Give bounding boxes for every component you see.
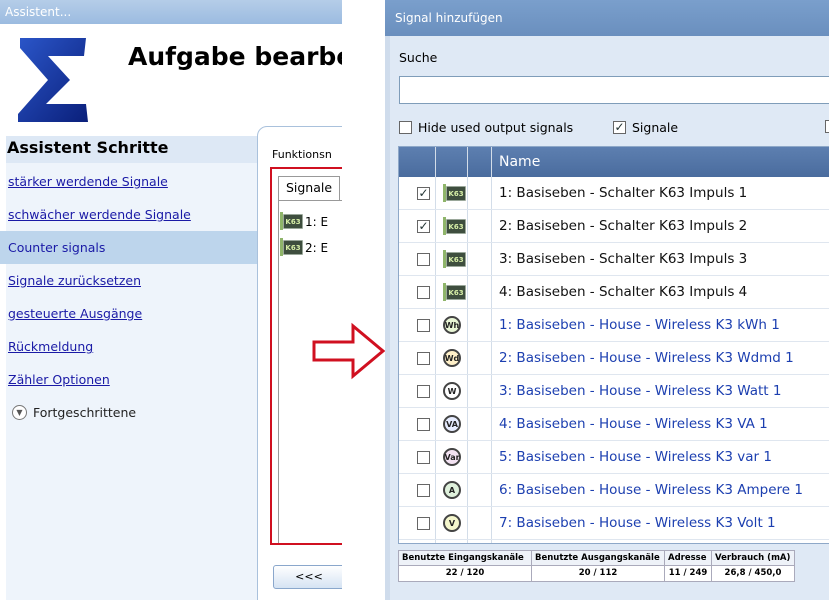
step-item[interactable]: Rückmeldung [0,330,257,363]
row-checkbox[interactable]: ✓ [417,220,430,233]
advanced-expander[interactable]: ▼ Fortgeschrittene [12,405,136,420]
k63-chip-icon: K63 [442,250,466,268]
hide-used-option[interactable]: Hide used output signals [399,120,573,135]
row-checkbox[interactable]: ✓ [417,187,430,200]
hide-used-checkbox[interactable] [399,121,412,134]
table-row[interactable]: VA 4: Basiseben - House - Wireless K3 VA … [399,408,829,441]
row-name: 2: Basiseben - Schalter K63 Impuls 2 [499,218,748,234]
row-checkbox[interactable] [417,451,430,464]
table-row[interactable]: V 7: Basiseben - House - Wireless K3 Volt… [399,507,829,540]
table-row[interactable]: Var 5: Basiseben - House - Wireless K3 va… [399,441,829,474]
row-name: 2: Basiseben - House - Wireless K3 Wdmd … [499,350,794,366]
status-header: Verbrauch (mA) [712,551,794,566]
row-checkbox[interactable] [417,517,430,530]
extra-checkbox[interactable] [825,120,829,137]
ampere-meter-icon: A [442,481,462,499]
row-name: 7: Basiseben - House - Wireless K3 Volt … [499,515,776,531]
search-label: Suche [399,50,438,65]
wizard-title-bar: Assistent... [0,0,342,24]
step-item[interactable]: Counter signals [0,231,257,264]
table-row[interactable]: W 3: Basiseben - House - Wireless K3 Watt… [399,375,829,408]
grid-header: Name [399,147,829,177]
table-row[interactable]: K63 4: Basiseben - Schalter K63 Impuls 4 [399,276,829,309]
row-checkbox[interactable] [417,484,430,497]
row-checkbox[interactable] [417,418,430,431]
steps-title: Assistent Schritte [7,138,169,157]
sigma-logo-icon [18,38,88,122]
kwh-meter-icon: Wh [442,316,462,334]
table-row[interactable]: ✓ K63 2: Basiseben - Schalter K63 Impuls 2 [399,210,829,243]
status-value: 22 / 120 [445,568,485,578]
status-cell: Benutzte Eingangskanäle 22 / 120 [398,550,532,582]
column-header-name[interactable]: Name [499,147,540,177]
back-button[interactable]: <<< [273,565,342,589]
step-item[interactable]: schwächer werdende Signale [0,198,257,231]
table-row[interactable]: A 6: Basiseben - House - Wireless K3 Ampe… [399,474,829,507]
row-name: 3: Basiseben - House - Wireless K3 Watt … [499,383,782,399]
step-item[interactable]: stärker werdende Signale [0,165,257,198]
table-row[interactable]: Wd 2: Basiseben - House - Wireless K3 Wdm… [399,342,829,375]
search-input[interactable] [399,76,829,104]
signals-grid: Name ✓ K63 1: Basiseben - Schalter K63 Imp… [398,146,829,544]
table-row[interactable]: Wh 1: Basiseben - House - Wireless K3 kWh… [399,309,829,342]
status-cell: Verbrauch (mA) 26,8 / 450,0 [711,550,795,582]
function-label: Funktionsn [272,148,332,161]
row-name: 6: Basiseben - House - Wireless K3 Amper… [499,482,803,498]
status-header: Benutzte Ausgangskanäle [532,551,664,566]
va-meter-icon: VA [442,415,462,433]
row-checkbox[interactable] [417,253,430,266]
wdmd-meter-icon: Wd [442,349,462,367]
k63-chip-icon: K63 [442,283,466,301]
row-name: 4: Basiseben - House - Wireless K3 VA 1 [499,416,768,432]
row-name: 4: Basiseben - Schalter K63 Impuls 4 [499,284,748,300]
var-meter-icon: Var [442,448,462,466]
page-title: Aufgabe bearbe [128,42,342,71]
table-row[interactable]: K63 3: Basiseben - Schalter K63 Impuls 3 [399,243,829,276]
step-item[interactable]: Zähler Optionen [0,363,257,396]
arrow-right-icon [312,322,386,380]
chevron-down-icon: ▼ [12,405,27,420]
signale-option[interactable]: ✓ Signale [613,120,678,135]
status-value: 11 / 249 [668,568,708,578]
signale-checkbox[interactable]: ✓ [613,121,626,134]
status-header: Adresse [665,551,711,566]
table-row[interactable]: ✓ K63 1: Basiseben - Schalter K63 Impuls 1 [399,177,829,210]
status-cell: Adresse 11 / 249 [664,550,712,582]
row-name: 3: Basiseben - Schalter K63 Impuls 3 [499,251,748,267]
watt-meter-icon: W [442,382,462,400]
wizard-window: Assistent... Aufgabe bearbe Assistent Sc… [0,0,342,600]
advanced-label: Fortgeschrittene [33,405,137,420]
status-header: Benutzte Eingangskanäle [399,551,531,566]
status-value: 20 / 112 [578,568,618,578]
status-value: 26,8 / 450,0 [724,568,782,578]
row-checkbox[interactable] [417,286,430,299]
row-checkbox[interactable] [417,352,430,365]
status-cell: Benutzte Ausgangskanäle 20 / 112 [531,550,665,582]
row-checkbox[interactable] [417,385,430,398]
status-bar: Benutzte Eingangskanäle 22 / 120 Benutzte … [398,550,829,594]
step-item[interactable]: Signale zurücksetzen [0,264,257,297]
k63-chip-icon: K63 [442,217,466,235]
row-name: 1: Basiseben - House - Wireless K3 kWh 1 [499,317,780,333]
step-item[interactable]: gesteuerte Ausgänge [0,297,257,330]
dialog-title-bar: Signal hinzufügen [385,0,829,36]
add-signal-dialog: Signal hinzufügen Suche Hide used output… [385,0,829,600]
row-checkbox[interactable] [417,319,430,332]
volt-meter-icon: V [442,514,462,532]
row-name: 1: Basiseben - Schalter K63 Impuls 1 [499,185,748,201]
k63-chip-icon: K63 [442,184,466,202]
row-name: 5: Basiseben - House - Wireless K3 var 1 [499,449,772,465]
